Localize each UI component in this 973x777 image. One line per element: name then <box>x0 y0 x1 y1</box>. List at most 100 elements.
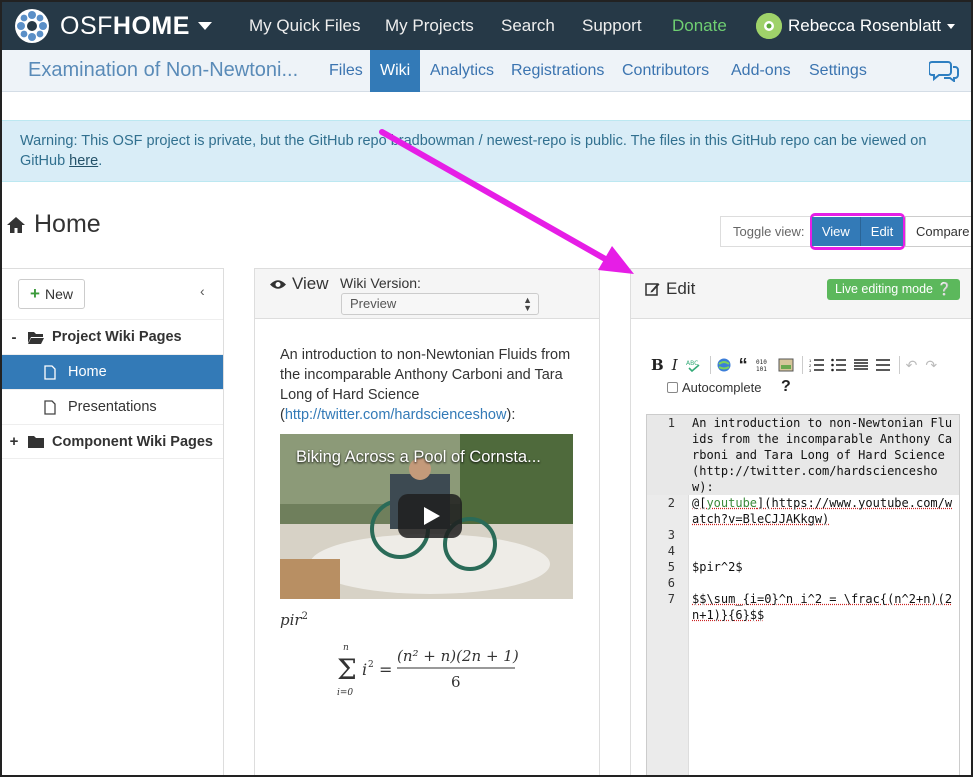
plus-icon: + <box>30 284 40 303</box>
live-mode-label: Live editing mode <box>835 282 933 296</box>
brand-caret-icon <box>197 22 212 30</box>
osf-home-brand[interactable]: OSFHOME <box>14 8 212 44</box>
line-text: @[youtube](https://www.youtube.com/watch… <box>692 495 958 527</box>
toggle-compare-button[interactable]: Compare <box>905 216 971 247</box>
tree-project-wiki-pages[interactable]: - Project Wiki Pages <box>2 319 223 354</box>
twitter-link[interactable]: http://twitter.com/hardscienceshow <box>285 407 507 423</box>
page-title: Home <box>6 210 101 239</box>
editor-line[interactable]: 5 $pir^2$ <box>647 559 959 575</box>
italic-icon[interactable]: I <box>672 356 678 374</box>
comments-icon[interactable] <box>929 60 959 82</box>
formula-pir: pir2 <box>280 611 308 629</box>
tab-settings[interactable]: Settings <box>809 50 867 92</box>
tab-wiki[interactable]: Wiki <box>370 50 421 92</box>
tab-analytics[interactable]: Analytics <box>430 50 494 92</box>
undo-icon[interactable]: ↶ <box>906 357 918 374</box>
collapse-sidebar-icon[interactable]: ‹ <box>200 283 205 299</box>
toggle-edit-button[interactable]: Edit <box>859 217 904 246</box>
editor-line[interactable]: 3 <box>647 527 959 543</box>
tab-add-ons[interactable]: Add-ons <box>731 50 791 92</box>
toolbar-separator <box>709 356 711 374</box>
folder-open-icon <box>28 331 44 344</box>
help-question-icon[interactable]: ? <box>781 378 791 396</box>
code-icon[interactable]: 010101 <box>756 358 772 372</box>
play-button-icon[interactable] <box>398 494 462 538</box>
editor-line[interactable]: 1 An introduction to non-Newtonian Fluid… <box>647 415 959 495</box>
eye-icon <box>270 279 286 289</box>
wiki-version-label: Wiki Version: <box>340 275 421 291</box>
line-keyword: youtube <box>706 496 758 510</box>
warning-here-link[interactable]: here <box>69 153 98 169</box>
live-editing-mode-badge[interactable]: Live editing mode ❔ <box>827 279 961 300</box>
bold-icon[interactable]: B <box>651 356 664 374</box>
line-number: 7 <box>667 592 675 606</box>
video-title: Biking Across a Pool of Cornsta... <box>296 448 541 466</box>
app-frame: OSFHOME My Quick Files My Projects Searc… <box>0 0 973 777</box>
svg-text:ABC: ABC <box>686 360 698 367</box>
bulleted-list-icon[interactable] <box>830 358 847 372</box>
tree-item-label: Project Wiki Pages <box>52 329 182 345</box>
wiki-version-select[interactable]: Preview ▲ ▼ <box>341 293 539 315</box>
image-icon[interactable] <box>778 358 794 372</box>
tree-component-wiki-pages[interactable]: + Component Wiki Pages <box>2 424 223 459</box>
editor-line[interactable]: 2 @[youtube](https://www.youtube.com/wat… <box>647 495 959 527</box>
select-arrows-icon: ▲ ▼ <box>523 295 532 313</box>
markdown-editor[interactable]: 1 An introduction to non-Newtonian Fluid… <box>646 414 960 775</box>
line-number: 6 <box>667 576 675 590</box>
tab-files[interactable]: Files <box>329 50 363 92</box>
redo-icon[interactable]: ↷ <box>925 357 937 374</box>
autocomplete-checkbox[interactable] <box>667 382 678 393</box>
autocomplete-toggle[interactable]: Autocomplete <box>667 380 762 395</box>
collapse-sign-icon[interactable]: - <box>6 329 22 346</box>
tree-page-home[interactable]: Home <box>2 354 223 389</box>
warning-end: . <box>98 153 103 169</box>
toggle-view-button[interactable]: View <box>811 217 860 246</box>
nav-search[interactable]: Search <box>501 2 555 50</box>
view-title-text: View <box>292 274 329 293</box>
tree-item-label: Component Wiki Pages <box>52 433 214 450</box>
edit-panel: Edit Live editing mode ❔ B I ABC “ 010 10… <box>630 268 971 775</box>
nav-my-projects[interactable]: My Projects <box>385 2 474 50</box>
horizontal-rule-icon[interactable] <box>875 358 891 372</box>
autocomplete-label: Autocomplete <box>682 380 762 395</box>
svg-text:3: 3 <box>809 368 812 372</box>
tab-registrations[interactable]: Registrations <box>511 50 604 92</box>
osf-logo-icon <box>15 9 49 43</box>
formula-pir-base: pir <box>280 611 302 629</box>
youtube-video-embed[interactable]: Biking Across a Pool of Cornsta... <box>280 434 573 599</box>
editor-line[interactable]: 7 $$\sum_{i=0}^n i^2 = \frac{(n^2+n)(2n+… <box>647 591 959 623</box>
svg-text:=: = <box>379 660 392 679</box>
link-globe-icon[interactable] <box>717 358 733 372</box>
line-text: $pir^2$ <box>692 560 743 574</box>
spellcheck-icon[interactable]: ABC <box>686 358 702 372</box>
line-text: $$\sum_{i=0}^n i^2 = \frac{(n^2+n)(2n+1)… <box>692 592 953 622</box>
nav-support[interactable]: Support <box>582 2 642 50</box>
line-number: 3 <box>667 528 675 542</box>
tree-item-label: Presentations <box>68 399 157 415</box>
new-page-button[interactable]: + New <box>18 279 85 309</box>
line-number: 4 <box>667 544 675 558</box>
tree-item-label: Home <box>68 364 107 380</box>
toggle-view-group: Toggle view: <box>720 216 815 247</box>
svg-text:i: i <box>362 660 367 679</box>
nav-donate[interactable]: Donate <box>672 2 727 50</box>
brand-text: OSFHOME <box>60 11 190 40</box>
blockquote-icon[interactable]: “ <box>739 356 748 374</box>
view-panel: View Wiki Version: Preview ▲ ▼ An introdu… <box>254 268 600 775</box>
line-text: An introduction to non-Newtonian Fluids … <box>692 416 953 494</box>
tab-contributors[interactable]: Contributors <box>622 50 709 92</box>
nav-my-quick-files[interactable]: My Quick Files <box>249 2 360 50</box>
svg-text:101: 101 <box>756 366 767 372</box>
svg-text:2: 2 <box>368 660 374 670</box>
heading-icon[interactable] <box>853 358 869 372</box>
expand-sign-icon[interactable]: + <box>6 433 22 450</box>
svg-text:(n² + n)(2n + 1): (n² + n)(2n + 1) <box>397 647 519 665</box>
user-menu[interactable]: Rebecca Rosenblatt <box>756 11 956 41</box>
editor-line[interactable]: 6 <box>647 575 959 591</box>
numbered-list-icon[interactable]: 123 <box>809 358 825 372</box>
project-title[interactable]: Examination of Non-Newtoni... <box>28 59 298 82</box>
editor-line[interactable]: 4 <box>647 543 959 559</box>
tree-page-presentations[interactable]: Presentations <box>2 389 223 424</box>
svg-text:n: n <box>343 643 349 653</box>
project-navbar: Examination of Non-Newtoni... Files Wiki… <box>2 50 971 92</box>
